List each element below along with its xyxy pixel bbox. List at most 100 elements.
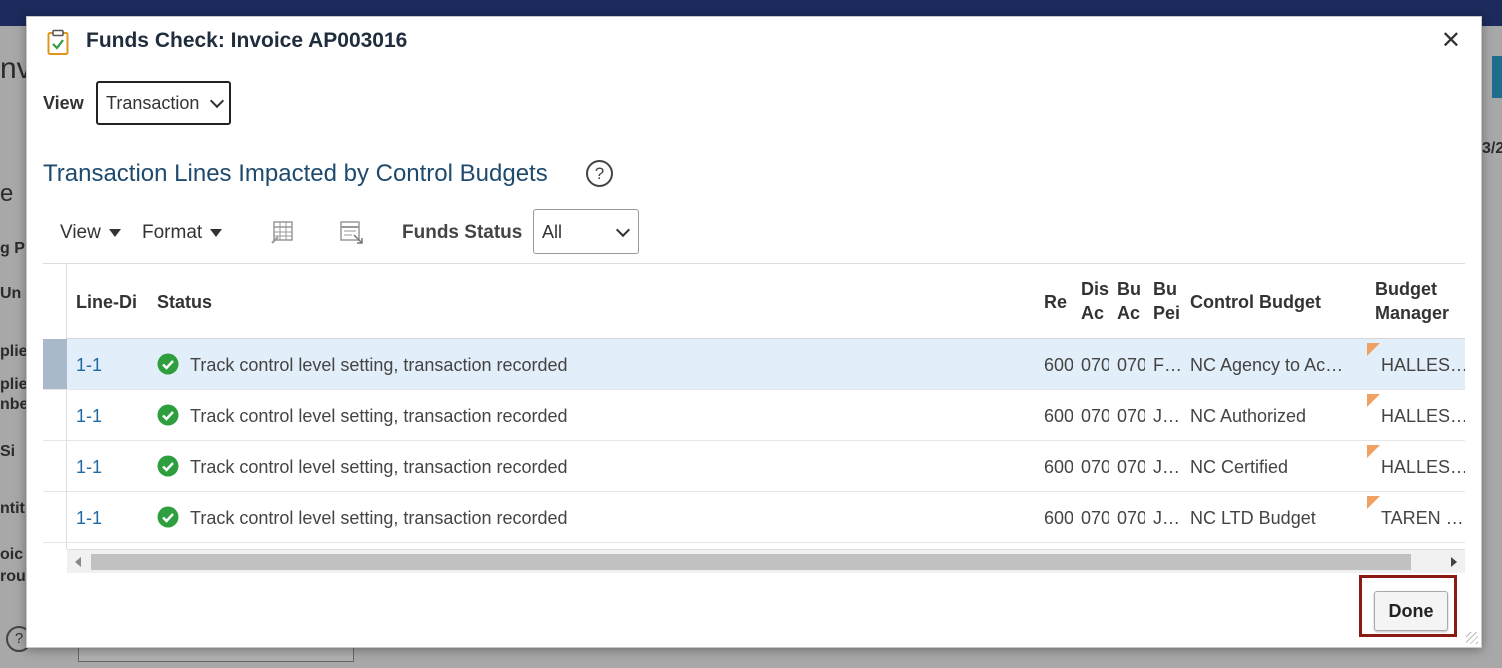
view-label: View <box>43 93 84 113</box>
table-row[interactable]: 1-1 Track control level setting, transac… <box>43 441 1465 492</box>
column-header-budget-manager: Manager <box>1375 303 1450 323</box>
row-selector[interactable] <box>43 339 67 389</box>
clipboard-check-icon <box>47 29 69 55</box>
cell-bu: 070 <box>1117 355 1145 375</box>
column-header-dist[interactable]: Dis <box>1081 277 1109 301</box>
cell-budget-manager: HALLES… <box>1381 406 1465 426</box>
view-menu[interactable]: View <box>60 222 121 244</box>
chevron-down-icon <box>209 93 225 109</box>
check-circle-icon <box>157 506 179 528</box>
check-circle-icon <box>157 353 179 375</box>
cell-re: 600 <box>1044 508 1073 528</box>
horizontal-scrollbar[interactable] <box>67 549 1465 573</box>
column-header-dist: Ac <box>1081 303 1105 323</box>
done-button[interactable]: Done <box>1374 591 1448 631</box>
funds-status-value: All <box>542 222 563 242</box>
cell-re: 600 <box>1044 406 1073 426</box>
check-circle-icon <box>157 455 179 477</box>
view-select[interactable]: Transaction <box>96 81 231 125</box>
funds-status-select[interactable]: All <box>533 209 639 254</box>
cell-control-budget: NC Certified <box>1190 457 1289 477</box>
cell-budget-manager: TAREN … <box>1381 508 1464 528</box>
flag-icon <box>1367 343 1380 356</box>
column-header-bu-account[interactable]: Bu <box>1117 277 1145 301</box>
status-text: Track control level setting, transaction… <box>190 406 568 426</box>
dialog-title: Funds Check: Invoice AP003016 <box>86 29 408 52</box>
flag-icon <box>1367 496 1380 509</box>
scroll-right-icon[interactable] <box>1451 557 1457 567</box>
bg-text: 3/2 <box>1482 140 1502 157</box>
table-toolbar: View Format Funds Status All <box>27 209 1481 259</box>
status-text: Track control level setting, transaction… <box>190 508 568 528</box>
bg-text: e <box>0 180 14 207</box>
cell-budget-manager: HALLES… <box>1381 457 1465 477</box>
bg-text: ntit <box>0 500 25 517</box>
table-row[interactable]: 1-1 Track control level setting, transac… <box>43 492 1465 543</box>
column-header-bu-period[interactable]: Bu <box>1153 277 1183 301</box>
table-header: Line-Di Status Re Dis Ac Bu Ac Bu Pei Co… <box>67 264 1465 339</box>
bg-text: rou <box>0 568 26 585</box>
column-header-status[interactable]: Status <box>157 290 212 314</box>
bg-panel-edge <box>1492 56 1502 98</box>
caret-down-icon <box>108 228 121 237</box>
bg-text: plie <box>0 376 28 393</box>
close-icon[interactable]: ✕ <box>1441 29 1461 53</box>
funds-status-label: Funds Status <box>402 222 523 243</box>
format-menu[interactable]: Format <box>142 222 223 244</box>
check-circle-icon <box>157 404 179 426</box>
cell-bu: 070 <box>1117 406 1145 426</box>
chevron-down-icon <box>615 222 631 238</box>
bg-text: Un <box>0 285 22 302</box>
column-header-re[interactable]: Re <box>1044 290 1072 314</box>
table-row[interactable]: 1-1 Track control level setting, transac… <box>43 390 1465 441</box>
bg-text: Si <box>0 443 16 460</box>
flag-icon <box>1367 394 1380 407</box>
scroll-left-icon[interactable] <box>75 557 81 567</box>
table-row[interactable]: 1-1 Track control level setting, transac… <box>43 339 1465 390</box>
view-menu-label: View <box>60 222 101 243</box>
row-selector[interactable] <box>43 390 67 440</box>
line-link[interactable]: 1-1 <box>76 456 102 478</box>
transactions-table: Line-Di Status Re Dis Ac Bu Ac Bu Pei Co… <box>43 263 1465 589</box>
line-link[interactable]: 1-1 <box>76 405 102 427</box>
scrollbar-thumb[interactable] <box>91 554 1411 570</box>
cell-period: J… <box>1153 457 1180 477</box>
column-header-budget-manager[interactable]: Budget <box>1375 277 1437 301</box>
cell-bu: 070 <box>1117 457 1145 477</box>
cell-re: 600 <box>1044 457 1073 477</box>
cell-control-budget: NC Authorized <box>1190 406 1307 426</box>
bg-text: plie <box>0 343 28 360</box>
detach-table-icon[interactable] <box>338 219 364 245</box>
flag-icon <box>1367 445 1380 458</box>
caret-down-icon <box>210 228 223 237</box>
freeze-columns-icon[interactable] <box>270 219 296 245</box>
line-link[interactable]: 1-1 <box>76 354 102 376</box>
cell-dist: 070 <box>1081 508 1109 528</box>
bg-text: nbe <box>0 396 29 413</box>
cell-dist: 070 <box>1081 406 1109 426</box>
resize-grip-icon[interactable] <box>1466 632 1478 644</box>
bg-text: g P <box>0 240 25 257</box>
section-title: Transaction Lines Impacted by Control Bu… <box>43 160 548 187</box>
cell-period: J… <box>1153 406 1180 426</box>
funds-check-dialog: Funds Check: Invoice AP003016 ✕ View Tra… <box>26 16 1482 648</box>
cell-dist: 070 <box>1081 457 1109 477</box>
row-selector[interactable] <box>43 492 67 542</box>
cell-bu: 070 <box>1117 508 1145 528</box>
cell-period: J… <box>1153 508 1180 528</box>
row-selector[interactable] <box>43 441 67 491</box>
cell-control-budget: NC LTD Budget <box>1190 508 1316 528</box>
cell-dist: 070 <box>1081 355 1109 375</box>
cell-re: 600 <box>1044 355 1073 375</box>
column-header-bu-account: Ac <box>1117 303 1141 323</box>
help-icon[interactable]: ? <box>586 160 613 187</box>
line-link[interactable]: 1-1 <box>76 507 102 529</box>
status-text: Track control level setting, transaction… <box>190 457 568 477</box>
format-menu-label: Format <box>142 222 203 243</box>
status-text: Track control level setting, transaction… <box>190 355 568 375</box>
column-header-line[interactable]: Line-Di <box>76 290 148 314</box>
column-header-control-budget[interactable]: Control Budget <box>1190 290 1321 314</box>
cell-period: F… <box>1153 355 1182 375</box>
column-header-bu-period: Pei <box>1153 303 1181 323</box>
cell-budget-manager: HALLES… <box>1381 355 1465 375</box>
